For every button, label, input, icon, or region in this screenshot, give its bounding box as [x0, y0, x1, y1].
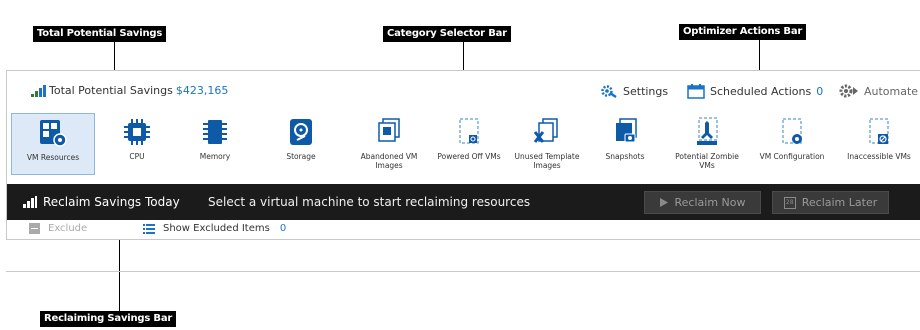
category-inaccessible-vms[interactable]: Inaccessible VMs [843, 113, 915, 175]
category-label: VM Configuration [759, 152, 825, 161]
minus-icon [29, 223, 40, 234]
top-bar: Total Potential Savings $423,165 Setting… [7, 71, 920, 111]
automate-button[interactable]: Automate [839, 84, 918, 98]
category-label: Memory [199, 152, 231, 161]
show-excluded-items-button[interactable]: Show Excluded Items 0 [143, 223, 286, 234]
category-label: Snapshots [605, 152, 645, 161]
exclude-button[interactable]: Exclude [29, 223, 87, 234]
category-vm-configuration[interactable]: VM Configuration [753, 113, 831, 175]
category-vm-resources[interactable]: VM Resources [11, 113, 95, 175]
category-memory[interactable]: Memory [179, 113, 251, 175]
callout-total-savings: Total Potential Savings [33, 26, 167, 42]
callout-actions-bar: Optimizer Actions Bar [679, 24, 807, 40]
calendar-icon [687, 84, 705, 99]
reclaim-now-button[interactable]: Reclaim Now [644, 191, 761, 214]
category-label: Unused Template Images [514, 152, 580, 170]
callout-leader [119, 238, 120, 312]
gear-play-icon [839, 84, 858, 98]
category-label: Abandoned VM Images [360, 152, 418, 170]
total-savings: Total Potential Savings $423,165 [31, 84, 228, 97]
category-selector-bar: VM Resources CPU Memory Storage Abandone… [7, 113, 920, 179]
cpu-icon [123, 116, 151, 148]
excluded-count: 0 [279, 223, 287, 234]
category-label: Storage [286, 152, 316, 161]
category-cpu[interactable]: CPU [101, 113, 173, 175]
category-label: Inaccessible VMs [847, 152, 911, 161]
zombie-vm-icon [693, 116, 721, 148]
reclaim-title-label: Reclaim Savings Today [43, 195, 180, 209]
category-powered-off-vms[interactable]: Powered Off VMs [433, 113, 505, 175]
powered-off-icon [455, 116, 483, 148]
exclude-bar: Exclude Show Excluded Items 0 [7, 221, 920, 241]
category-snapshots[interactable]: Snapshots [589, 113, 661, 175]
list-icon [143, 223, 155, 234]
reclaim-now-label: Reclaim Now [674, 196, 746, 209]
category-potential-zombie-vms[interactable]: Potential Zombie VMs [671, 113, 743, 175]
abandoned-images-icon [375, 116, 403, 148]
memory-icon [202, 116, 228, 148]
category-label: CPU [129, 152, 145, 161]
reclaim-message: Select a virtual machine to start reclai… [208, 195, 531, 209]
category-abandoned-vm-images[interactable]: Abandoned VM Images [353, 113, 425, 175]
exclude-label: Exclude [48, 223, 88, 234]
reclaim-title: Reclaim Savings Today [23, 195, 180, 209]
storage-icon [288, 116, 314, 148]
play-icon [659, 198, 668, 207]
settings-button[interactable]: Settings [600, 84, 668, 98]
calendar-icon: 28 [783, 196, 796, 209]
show-excluded-label: Show Excluded Items [163, 223, 270, 234]
snapshots-icon [611, 116, 639, 148]
vm-resources-icon [38, 117, 68, 149]
inaccessible-icon [865, 116, 893, 148]
optimizer-panel: Total Potential Savings $423,165 Setting… [6, 70, 920, 240]
scheduled-actions-label: Scheduled Actions [710, 85, 812, 98]
category-storage[interactable]: Storage [265, 113, 337, 175]
category-label: Potential Zombie VMs [675, 152, 739, 170]
total-savings-amount: $423,165 [175, 84, 229, 97]
category-unused-template-images[interactable]: Unused Template Images [511, 113, 583, 175]
bar-chart-icon [23, 196, 37, 208]
scheduled-actions-button[interactable]: Scheduled Actions 0 [687, 84, 823, 99]
settings-label: Settings [623, 84, 669, 98]
reclaim-savings-bar: Reclaim Savings Today Select a virtual m… [7, 184, 920, 220]
unused-template-icon [533, 116, 561, 148]
settings-icon [601, 85, 617, 98]
callout-reclaiming-bar: Reclaiming Savings Bar [40, 311, 177, 327]
scheduled-actions-count: 0 [816, 85, 824, 98]
category-label: Powered Off VMs [437, 152, 501, 161]
reclaim-later-button[interactable]: 28 Reclaim Later [772, 191, 889, 214]
callout-leader [759, 40, 760, 72]
category-label: VM Resources [26, 153, 80, 162]
callout-category-bar: Category Selector Bar [383, 26, 511, 42]
bar-chart-icon [31, 84, 46, 97]
reclaim-later-label: Reclaim Later [801, 196, 878, 209]
callout-leader [114, 42, 115, 72]
vm-config-icon [778, 116, 806, 148]
total-savings-label: Total Potential Savings [49, 84, 173, 97]
automate-label: Automate [864, 84, 919, 98]
divider [6, 271, 920, 272]
